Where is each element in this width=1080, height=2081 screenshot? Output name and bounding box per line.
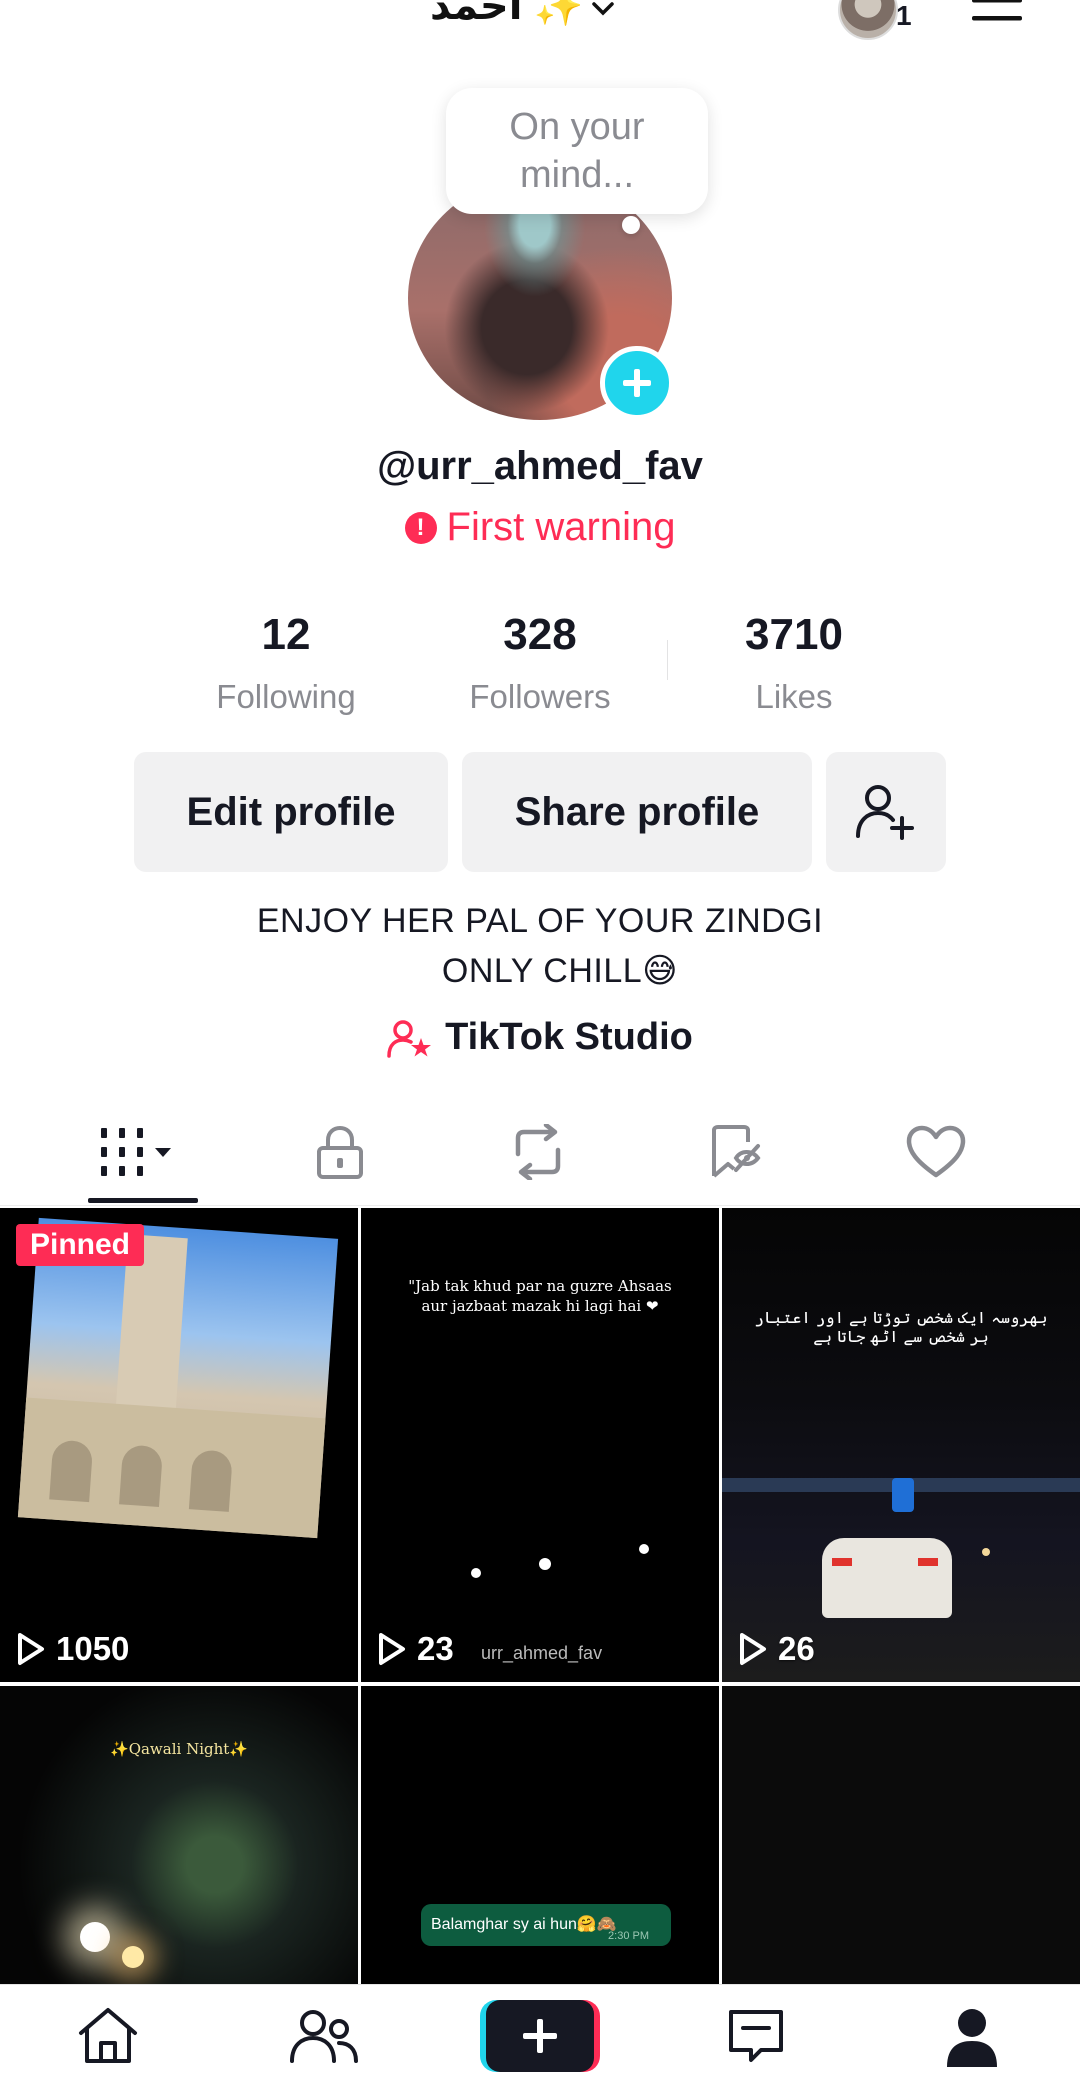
view-count-value: 1050 bbox=[56, 1630, 130, 1667]
bio: ENJOY HER PAL OF YOUR ZINDGI ONLY CHILL😅 bbox=[0, 896, 1080, 996]
notification-count: 1 bbox=[896, 0, 912, 31]
video-caption: "Jab tak khud par na guzre Ahsaas aur ja… bbox=[408, 1277, 672, 1315]
alert-icon: ! bbox=[404, 511, 437, 544]
video-tile-1[interactable]: Pinned 1050 bbox=[0, 1208, 358, 1682]
tab-liked[interactable] bbox=[876, 1120, 996, 1184]
add-friends-button[interactable] bbox=[826, 752, 946, 872]
studio-icon bbox=[387, 1019, 432, 1058]
bubble-tail bbox=[622, 216, 640, 234]
tab-private[interactable] bbox=[280, 1120, 400, 1184]
video-tile-5[interactable]: Balamghar sy ai hun🤗🙈 2:30 PM bbox=[361, 1686, 719, 1984]
edit-profile-button[interactable]: Edit profile bbox=[134, 752, 448, 872]
tiktok-studio-link[interactable]: TikTok Studio bbox=[0, 1016, 1080, 1059]
home-icon bbox=[79, 2008, 137, 2063]
nav-home[interactable] bbox=[68, 2000, 148, 2072]
chevron-down-icon[interactable] bbox=[590, 0, 616, 22]
pinned-badge: Pinned bbox=[16, 1224, 145, 1266]
username: @urr_ahmed_fav bbox=[377, 444, 703, 488]
video-caption: بھروسہ ایک شخص توڑتا ہے اور اعتبار ہر شخ… bbox=[754, 1308, 1048, 1346]
liked-heart-icon bbox=[906, 1125, 966, 1178]
view-count-value: 26 bbox=[778, 1630, 815, 1667]
stat-followers[interactable]: 328 Followers bbox=[430, 610, 650, 716]
stat-value: 3710 bbox=[745, 610, 843, 659]
stat-label: Likes bbox=[755, 678, 833, 715]
menu-icon[interactable] bbox=[970, 0, 1024, 26]
create-button[interactable] bbox=[480, 1996, 600, 2076]
video-tile-4[interactable]: ✨Qawali Night✨ bbox=[0, 1686, 358, 1984]
stat-label: Following bbox=[216, 678, 356, 715]
stat-divider bbox=[667, 640, 668, 680]
nav-profile[interactable] bbox=[932, 2000, 1012, 2072]
watermark: urr_ahmed_fav bbox=[481, 1643, 603, 1663]
create-icon bbox=[523, 2019, 557, 2053]
view-count: 1050 bbox=[16, 1630, 129, 1668]
chat-bubble: Balamghar sy ai hun🤗🙈 2:30 PM bbox=[421, 1904, 671, 1946]
video-tile-3[interactable]: بھروسہ ایک شخص توڑتا ہے اور اعتبار ہر شخ… bbox=[722, 1208, 1080, 1682]
add-user-icon bbox=[856, 785, 914, 840]
account-name[interactable]: احمد ✨ bbox=[430, 0, 583, 29]
profile-icon bbox=[947, 2009, 997, 2067]
stat-value: 328 bbox=[503, 610, 577, 659]
active-tab-indicator bbox=[88, 1198, 198, 1203]
play-icon bbox=[379, 1633, 405, 1665]
tab-favorites[interactable] bbox=[676, 1120, 796, 1184]
tab-reposts[interactable] bbox=[478, 1120, 598, 1184]
videos-grid-icon bbox=[101, 1128, 171, 1176]
stat-value: 12 bbox=[261, 610, 311, 659]
chat-time: 2:30 PM bbox=[608, 1930, 649, 1942]
video-tile-6[interactable] bbox=[722, 1686, 1080, 1984]
lock-icon bbox=[317, 1125, 363, 1179]
account-warning[interactable]: ! First warning bbox=[0, 505, 1080, 550]
plus-icon bbox=[623, 369, 651, 397]
studio-label: TikTok Studio bbox=[445, 1016, 693, 1058]
video-caption: ✨Qawali Night✨ bbox=[110, 1740, 248, 1758]
play-icon bbox=[18, 1633, 44, 1665]
repost-icon bbox=[515, 1124, 561, 1180]
view-count: 23 bbox=[377, 1630, 454, 1668]
view-count-value: 23 bbox=[417, 1630, 454, 1667]
stat-following[interactable]: 12 Following bbox=[176, 610, 396, 716]
warning-text: First warning bbox=[446, 505, 676, 549]
chat-text: Balamghar sy ai hun🤗🙈 bbox=[431, 1916, 617, 1933]
stat-label: Followers bbox=[469, 678, 611, 715]
video-tile-2[interactable]: "Jab tak khud par na guzre Ahsaas aur ja… bbox=[361, 1208, 719, 1682]
nav-inbox[interactable] bbox=[716, 2000, 796, 2072]
nav-friends[interactable] bbox=[284, 2000, 364, 2072]
inbox-icon bbox=[729, 2010, 783, 2062]
stat-likes[interactable]: 3710 Likes bbox=[684, 610, 904, 716]
view-count: 26 bbox=[738, 1630, 815, 1668]
switch-account-avatar[interactable] bbox=[838, 0, 898, 40]
tab-videos[interactable] bbox=[82, 1120, 202, 1184]
bio-line-1: ENJOY HER PAL OF YOUR ZINDGI bbox=[256, 902, 824, 940]
share-profile-button[interactable]: Share profile bbox=[462, 752, 812, 872]
note-bubble[interactable]: On your mind... bbox=[446, 88, 708, 214]
note-bubble-text: On your mind... bbox=[509, 106, 645, 196]
favorites-icon bbox=[712, 1125, 761, 1178]
bio-line-2: ONLY CHILL😅 bbox=[441, 952, 679, 990]
tabs-divider bbox=[0, 1205, 1080, 1206]
play-icon bbox=[740, 1633, 766, 1665]
add-story-button[interactable] bbox=[600, 346, 674, 420]
friends-icon bbox=[290, 2010, 358, 2063]
